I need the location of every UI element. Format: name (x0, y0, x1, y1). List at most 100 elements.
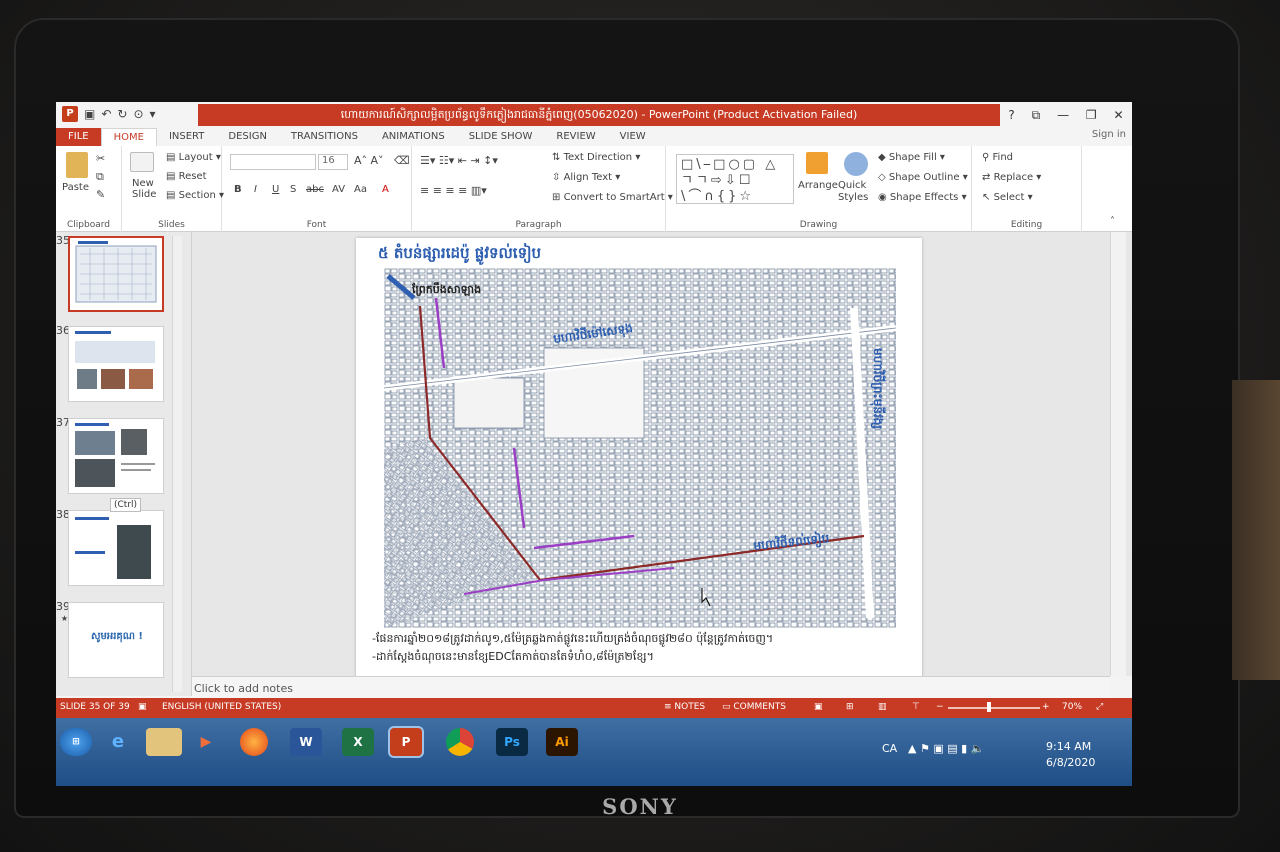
media-player-icon[interactable]: ▶ (190, 728, 222, 756)
zoom-level[interactable]: 70% (1062, 702, 1082, 712)
photoshop-icon[interactable]: Ps (496, 728, 528, 756)
thumbnail-slide-38[interactable] (68, 510, 164, 586)
tab-review[interactable]: REVIEW (544, 128, 607, 146)
customize-qat-icon[interactable]: ▾ (150, 107, 156, 121)
language-indicator[interactable]: ENGLISH (UNITED STATES) (162, 702, 281, 712)
firefox-icon[interactable] (240, 728, 268, 756)
fit-to-window-icon[interactable]: ⤢ (1096, 702, 1103, 712)
reset-button[interactable]: ▤ Reset (166, 171, 207, 182)
bullets-icon[interactable]: ☰▾ ☷▾ ⇤ ⇥ ↕▾ (420, 154, 498, 167)
paste-options-chip[interactable]: (Ctrl) (110, 498, 142, 512)
excel-icon[interactable]: X (342, 728, 374, 756)
new-slide-button[interactable]: New Slide (132, 178, 162, 200)
copy-icon[interactable]: ⧉ (96, 170, 104, 184)
thumbnail-slide-36[interactable] (68, 326, 164, 402)
undo-icon[interactable]: ↶ (101, 107, 111, 121)
tab-view[interactable]: VIEW (608, 128, 658, 146)
ribbon-display-options-button[interactable]: ⧉ (1032, 108, 1041, 123)
clear-formatting-icon[interactable]: ⌫ (394, 154, 410, 167)
editor-vertical-scrollbar[interactable] (1110, 232, 1126, 676)
italic-button[interactable]: I (254, 184, 257, 195)
paste-button[interactable]: Paste (62, 182, 89, 193)
slideshow-view-icon[interactable]: ⊤ (912, 702, 920, 712)
notes-button[interactable]: ≡ NOTES (664, 702, 705, 712)
save-icon[interactable]: ▣ (84, 107, 95, 121)
cut-icon[interactable]: ✂ (96, 152, 105, 165)
reset-icon: ▤ (166, 171, 179, 182)
tray-icons[interactable]: ▲ ⚑ ▣ ▤ ▮ 🔈 (908, 742, 984, 755)
tab-transitions[interactable]: TRANSITIONS (279, 128, 370, 146)
char-spacing-button[interactable]: AV (332, 184, 345, 195)
grow-font-icon[interactable]: A˄ A˅ (354, 154, 384, 167)
replace-button[interactable]: ⇄ Replace ▾ (982, 172, 1041, 183)
shadow-button[interactable]: S (290, 184, 296, 195)
tab-home[interactable]: HOME (100, 128, 157, 146)
input-language[interactable]: CA (882, 742, 897, 755)
chrome-icon[interactable] (446, 728, 474, 756)
underline-button[interactable]: U (272, 184, 279, 195)
font-name-box[interactable] (230, 154, 316, 170)
convert-smartart-button[interactable]: ⊞ Convert to SmartArt ▾ (552, 192, 673, 203)
thumbnail-slide-37[interactable] (68, 418, 164, 494)
close-button[interactable]: ✕ (1114, 108, 1124, 122)
shape-outline-button[interactable]: ◇ Shape Outline ▾ (878, 172, 968, 183)
paste-icon[interactable] (66, 152, 88, 178)
font-color-button[interactable]: A (382, 184, 389, 195)
thumbnail-slide-39[interactable]: សូមអរគុណ ! (68, 602, 164, 678)
zoom-slider[interactable] (948, 707, 1040, 709)
quick-styles-icon[interactable] (844, 152, 868, 176)
text-direction-button[interactable]: ⇅ Text Direction ▾ (552, 152, 640, 163)
tab-animations[interactable]: ANIMATIONS (370, 128, 457, 146)
align-text-button[interactable]: ⇳ Align Text ▾ (552, 172, 620, 183)
start-from-beginning-icon[interactable]: ⊙ (133, 107, 143, 121)
format-painter-icon[interactable]: ✎ (96, 188, 105, 201)
redo-icon[interactable]: ↻ (117, 107, 127, 121)
clock-time[interactable]: 9:14 AM (1046, 740, 1091, 753)
shapes-gallery[interactable]: □\⎯□○▢ △ㄱㄱ⇨⇩☐ \⌒∩{}☆ (676, 154, 794, 204)
reading-view-icon[interactable]: ▥ (878, 702, 887, 712)
tab-design[interactable]: DESIGN (216, 128, 279, 146)
arrange-icon[interactable] (806, 152, 828, 174)
slide-sorter-icon[interactable]: ⊞ (846, 702, 854, 712)
tab-insert[interactable]: INSERT (157, 128, 216, 146)
change-case-button[interactable]: Aa (354, 184, 367, 195)
notes-pane[interactable]: Click to add notes (192, 676, 1110, 698)
arrange-button[interactable]: Arrange (798, 180, 838, 191)
find-button[interactable]: ⚲ Find (982, 152, 1013, 163)
align-icons[interactable]: ≡ ≡ ≡ ≡ ▥▾ (420, 184, 487, 197)
bold-button[interactable]: B (234, 184, 242, 195)
zoom-out-icon[interactable]: − (936, 702, 944, 712)
zoom-slider-thumb[interactable] (987, 702, 992, 712)
new-slide-icon[interactable] (130, 152, 154, 172)
comments-button[interactable]: ▭ COMMENTS (722, 702, 786, 712)
shape-effects-button[interactable]: ◉ Shape Effects ▾ (878, 192, 967, 203)
tab-file[interactable]: FILE (56, 128, 101, 146)
collapse-ribbon-icon[interactable]: ˄ (1110, 216, 1115, 227)
tab-slide-show[interactable]: SLIDE SHOW (457, 128, 545, 146)
minimize-button[interactable]: — (1057, 108, 1069, 122)
zoom-in-icon[interactable]: + (1042, 702, 1050, 712)
section-button[interactable]: ▤ Section ▾ (166, 190, 224, 201)
strikethrough-button[interactable]: abc (306, 184, 324, 195)
thumbnail-slide-35[interactable] (68, 236, 164, 312)
shape-fill-button[interactable]: ◆ Shape Fill ▾ (878, 152, 945, 163)
word-icon[interactable]: W (290, 728, 322, 756)
restore-button[interactable]: ❐ (1086, 108, 1097, 122)
quick-styles-button[interactable]: Quick Styles (838, 180, 872, 204)
internet-explorer-icon[interactable]: e (102, 728, 134, 756)
start-button[interactable]: ⊞ (60, 728, 92, 756)
group-paragraph: ☰▾ ☷▾ ⇤ ⇥ ↕▾ ≡ ≡ ≡ ≡ ▥▾ ⇅ Text Direction… (412, 146, 673, 232)
sign-in-link[interactable]: Sign in (1092, 129, 1126, 140)
help-button[interactable]: ? (1008, 108, 1014, 122)
illustrator-icon[interactable]: Ai (546, 728, 578, 756)
select-button[interactable]: ↖ Select ▾ (982, 192, 1033, 203)
status-bar: SLIDE 35 OF 39 ▣ ENGLISH (UNITED STATES)… (56, 698, 1132, 718)
thumbnails-scrollbar[interactable] (172, 236, 182, 692)
font-size-box[interactable]: 16 (318, 154, 348, 170)
clock-date[interactable]: 6/8/2020 (1046, 756, 1095, 769)
layout-button[interactable]: ▤ Layout ▾ (166, 152, 221, 163)
file-explorer-icon[interactable] (146, 728, 182, 756)
normal-view-icon[interactable]: ▣ (814, 702, 823, 712)
spellcheck-icon[interactable]: ▣ (138, 702, 147, 712)
powerpoint-icon[interactable]: P (390, 728, 422, 756)
